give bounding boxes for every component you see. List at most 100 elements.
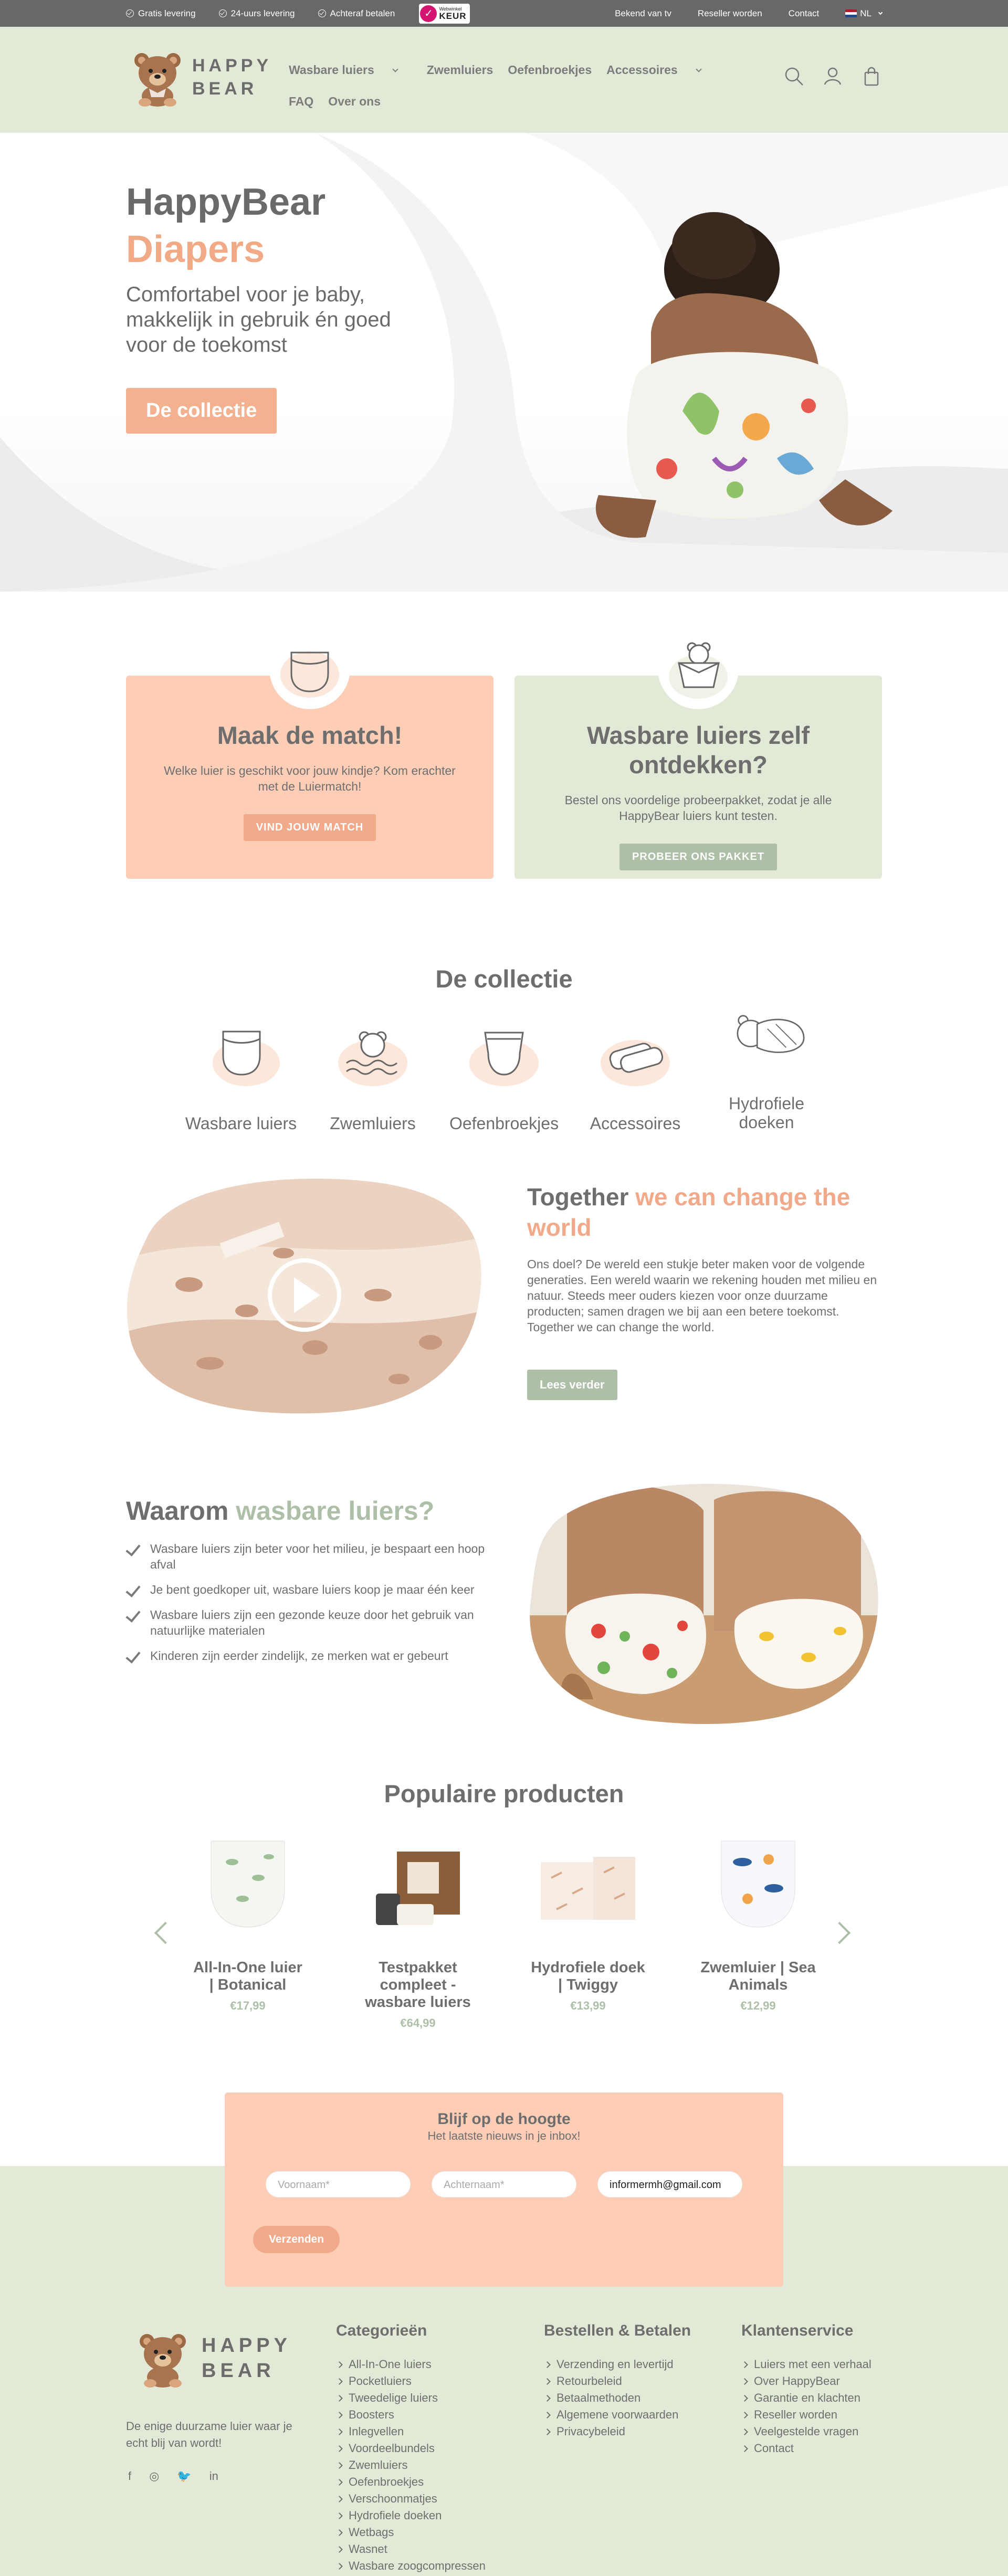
footer-link[interactable]: Wasbare zoogcompressen — [336, 2558, 486, 2574]
footer-link[interactable]: Wetbags — [336, 2524, 486, 2541]
link-reseller[interactable]: Reseller worden — [698, 8, 762, 19]
collection-title: De collectie — [435, 965, 573, 993]
account-icon[interactable] — [822, 66, 843, 87]
category-label: Wasbare luiers — [185, 1114, 297, 1133]
footer-link[interactable]: Zwemluiers — [336, 2457, 486, 2474]
hero-title-accent: Diapers — [126, 228, 265, 270]
footer-link[interactable]: Contact — [741, 2440, 872, 2457]
footer-link[interactable]: Oefenbroekjes — [336, 2474, 486, 2490]
product-card[interactable]: All-In-One luier | Botanical €17,99 — [190, 1831, 306, 2013]
footer-link[interactable]: Hydrofiele doeken — [336, 2507, 486, 2524]
together-section: Together we can change the world Ons doe… — [0, 1164, 1008, 1479]
keur-top-text: Webwinkel — [439, 6, 462, 12]
category-zwemluiers[interactable]: Zwemluiers — [310, 1021, 436, 1133]
product-card[interactable]: Hydrofiele doek | Twiggy €13,99 — [530, 1831, 646, 2013]
usp-item: 24-uurs levering — [218, 8, 295, 19]
cart-icon[interactable] — [861, 66, 882, 87]
diaper-icon — [270, 629, 350, 709]
webwinkelkeur-badge[interactable]: ✓ Webwinkel KEUR — [419, 3, 470, 24]
category-label: Accessoires — [590, 1114, 681, 1133]
carousel-prev-arrow-icon[interactable] — [154, 1921, 177, 1944]
footer-link[interactable]: Pocketluiers — [336, 2373, 486, 2390]
footer-link[interactable]: Over HappyBear — [741, 2373, 872, 2390]
footer-link[interactable]: Verzending en levertijd — [544, 2356, 691, 2373]
usp-item: Gratis levering — [126, 8, 196, 19]
top-bar: Gratis levering 24-uurs levering Achtera… — [0, 0, 1008, 27]
product-price: €13,99 — [570, 1999, 606, 2012]
dutch-flag-icon — [845, 9, 857, 17]
card-title: Wasbare luiers zelf ontdekken? — [586, 721, 810, 779]
category-wasbare-luiers[interactable]: Wasbare luiers — [178, 1021, 304, 1133]
site-logo[interactable]: HAPPY BEAR — [126, 48, 289, 107]
nav-item-wasbare-luiers[interactable]: Wasbare luiers — [289, 54, 412, 86]
footer-column-ordering: Bestellen & Betalen Verzending en levert… — [544, 2322, 691, 2440]
product-card[interactable]: Zwemluier | Sea Animals €12,99 — [700, 1831, 816, 2013]
top-links: Bekend van tv Reseller worden Contact NL — [615, 8, 883, 19]
link-contact[interactable]: Contact — [789, 8, 820, 19]
match-card: Maak de match! Welke luier is geschikt v… — [126, 628, 494, 879]
link-bekend-van-tv[interactable]: Bekend van tv — [615, 8, 671, 19]
footer-link[interactable]: Wasnet — [336, 2541, 486, 2558]
footer-logo[interactable]: HAPPY BEAR — [131, 2329, 291, 2388]
lastname-field[interactable]: Achternaam* — [432, 2171, 576, 2198]
together-title: Together we can change the world — [527, 1183, 850, 1241]
footer-link[interactable]: Luiers met een verhaal — [741, 2356, 872, 2373]
collection-button[interactable]: De collectie — [126, 388, 277, 434]
footer-link[interactable]: Veelgestelde vragen — [741, 2423, 872, 2440]
footer-link[interactable]: All-In-One luiers — [336, 2356, 486, 2373]
product-image — [541, 1857, 635, 1920]
instagram-icon[interactable]: ◎ — [149, 2469, 159, 2483]
footer-link[interactable]: Privacybeleid — [544, 2423, 691, 2440]
nav-item-over-ons[interactable]: Over ons — [328, 86, 381, 117]
footer-link[interactable]: Voordeelbundels — [336, 2440, 486, 2457]
submit-button[interactable]: Verzenden — [253, 2226, 340, 2253]
keur-logo-icon: ✓ — [420, 5, 437, 22]
check-circle-icon — [318, 9, 326, 17]
category-label: Zwemluiers — [330, 1114, 416, 1133]
nav-item-zwemluiers[interactable]: Zwemluiers — [427, 54, 494, 86]
category-hydrofiele-doeken[interactable]: Hydrofiele doeken — [704, 1001, 830, 1132]
footer-link[interactable]: Garantie en klachten — [741, 2390, 872, 2406]
category-accessoires[interactable]: Accessoires — [572, 1021, 698, 1133]
nav-item-accessoires[interactable]: Accessoires — [606, 54, 716, 86]
search-icon[interactable] — [783, 66, 804, 87]
video-player[interactable] — [126, 1174, 483, 1416]
newsletter-title: Blijf op de hoogte — [437, 2110, 571, 2128]
language-selector[interactable]: NL — [845, 8, 883, 19]
nav-item-oefenbroekjes[interactable]: Oefenbroekjes — [508, 54, 592, 86]
inserts-icon — [601, 1040, 670, 1086]
category-oefenbroekjes[interactable]: Oefenbroekjes — [441, 1021, 567, 1133]
footer-link[interactable]: Inlegvellen — [336, 2423, 486, 2440]
together-text: Ons doel? De wereld een stukje beter mak… — [527, 1257, 877, 1334]
logo-text-line1: HAPPY — [192, 56, 272, 76]
footer-link[interactable]: Verschoonmatjes — [336, 2490, 486, 2507]
nav-item-faq[interactable]: FAQ — [289, 86, 313, 117]
footer-link[interactable]: Algemene voorwaarden — [544, 2406, 691, 2423]
firstname-field[interactable]: Voornaam* — [266, 2171, 411, 2198]
newsletter-box: Blijf op de hoogte Het laatste nieuws in… — [225, 2093, 783, 2287]
product-name: Hydrofiele doek | Twiggy — [531, 1959, 645, 1993]
product-name: Testpakket compleet - wasbare luiers — [365, 1959, 471, 2011]
footer-link[interactable]: Boosters — [336, 2406, 486, 2423]
footer-column-customer-service: Klantenservice Luiers met een verhaal Ov… — [741, 2322, 872, 2457]
footer-link[interactable]: Betaalmethoden — [544, 2390, 691, 2406]
linkedin-icon[interactable]: in — [209, 2469, 218, 2483]
promo-cards: Maak de match! Welke luier is geschikt v… — [0, 592, 1008, 907]
product-card[interactable]: Testpakket compleet - wasbare luiers €64… — [360, 1831, 476, 2030]
footer-link[interactable]: Retourbeleid — [544, 2373, 691, 2390]
bear-logo-icon — [140, 2334, 186, 2388]
facebook-icon[interactable]: f — [128, 2469, 131, 2483]
try-pack-button[interactable]: PROBEER ONS PAKKET — [619, 844, 778, 870]
popular-products: Populaire producten All-In-One luier | B… — [0, 1773, 1008, 2098]
footer-link[interactable]: Tweedelige luiers — [336, 2390, 486, 2406]
hero-title: HappyBear — [126, 181, 326, 223]
muslin-cloth-icon — [737, 1015, 805, 1053]
why-item: Wasbare luiers zijn beter voor het milie… — [126, 1541, 494, 1572]
keur-label: KEUR — [439, 10, 467, 21]
read-more-button[interactable]: Lees verder — [527, 1370, 617, 1400]
twitter-icon[interactable]: 🐦 — [177, 2469, 191, 2483]
email-field[interactable]: informermh@gmail.com — [597, 2171, 742, 2198]
carousel-next-arrow-icon[interactable] — [828, 1921, 851, 1944]
find-match-button[interactable]: VIND JOUW MATCH — [243, 814, 376, 841]
footer-link[interactable]: Reseller worden — [741, 2406, 872, 2423]
